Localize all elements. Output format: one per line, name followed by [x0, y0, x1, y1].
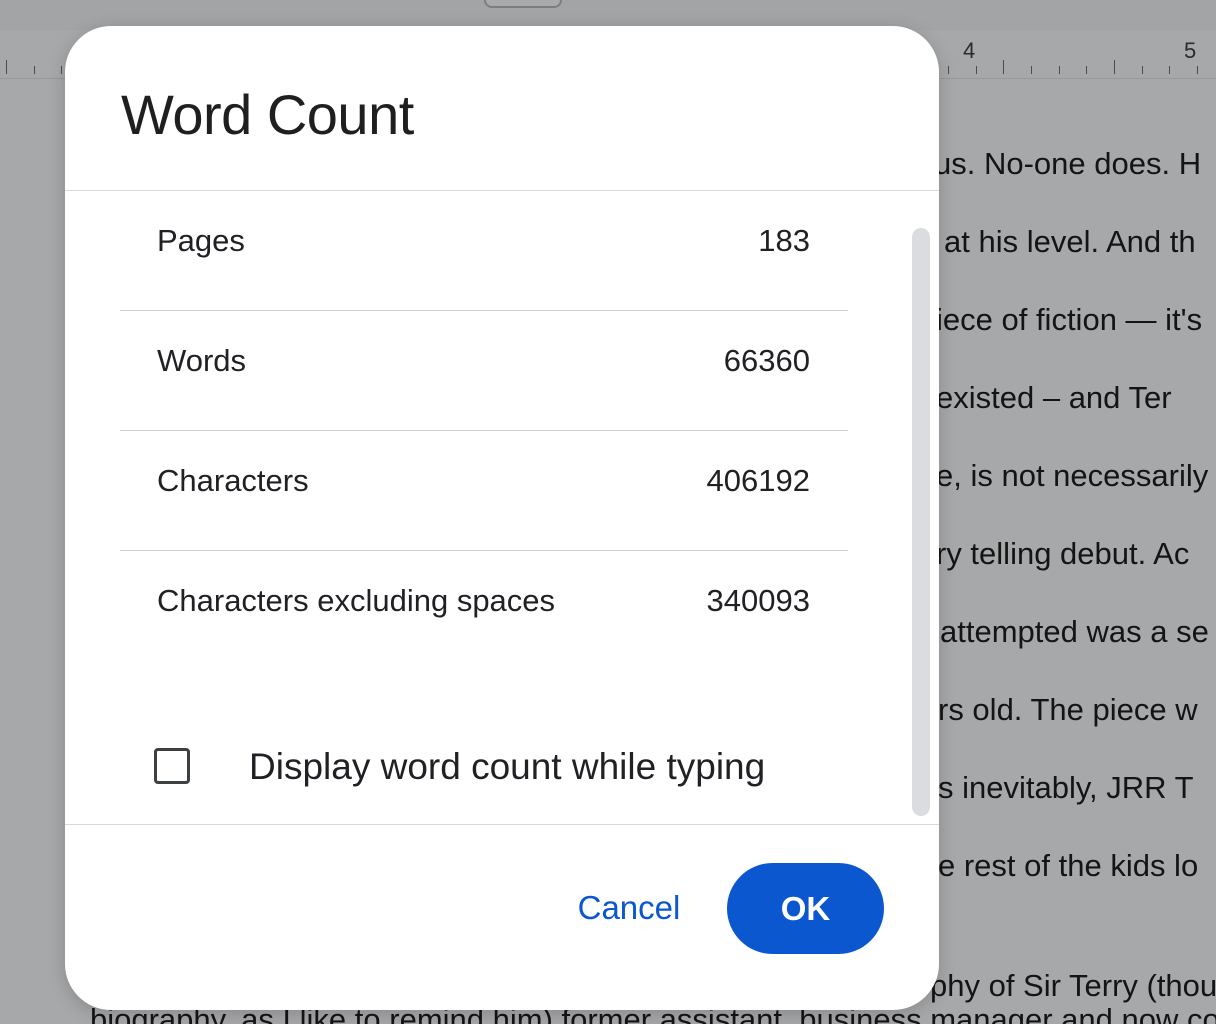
stat-label: Characters excluding spaces — [157, 583, 556, 618]
stat-value: 183 — [758, 223, 810, 258]
stat-label: Characters — [157, 463, 309, 498]
stat-row-words: Words 66360 — [120, 311, 848, 431]
stat-row-characters-no-spaces: Characters excluding spaces 340093 — [120, 551, 848, 670]
cancel-button[interactable]: Cancel — [555, 862, 703, 954]
ok-button[interactable]: OK — [727, 863, 884, 954]
divider — [65, 824, 939, 825]
dialog-title: Word Count — [121, 83, 414, 146]
display-word-count-checkbox[interactable] — [154, 748, 190, 784]
stat-label: Words — [157, 343, 247, 378]
stat-value: 340093 — [706, 583, 810, 618]
stat-value: 66360 — [723, 343, 810, 378]
checkbox-label: Display word count while typing — [249, 746, 766, 787]
display-word-count-option[interactable]: Display word count while typing — [154, 744, 854, 794]
stat-row-characters: Characters 406192 — [120, 431, 848, 551]
modal-overlay: Word Count Pages 183 Words 66360 Charact… — [0, 0, 1216, 1024]
scrollbar[interactable] — [912, 228, 930, 816]
stat-row-pages: Pages 183 — [120, 191, 848, 311]
stat-label: Pages — [157, 223, 245, 258]
word-count-dialog: Word Count Pages 183 Words 66360 Charact… — [65, 26, 939, 1010]
stat-value: 406192 — [706, 463, 810, 498]
stats-list: Pages 183 Words 66360 Characters 406192 … — [120, 191, 848, 670]
